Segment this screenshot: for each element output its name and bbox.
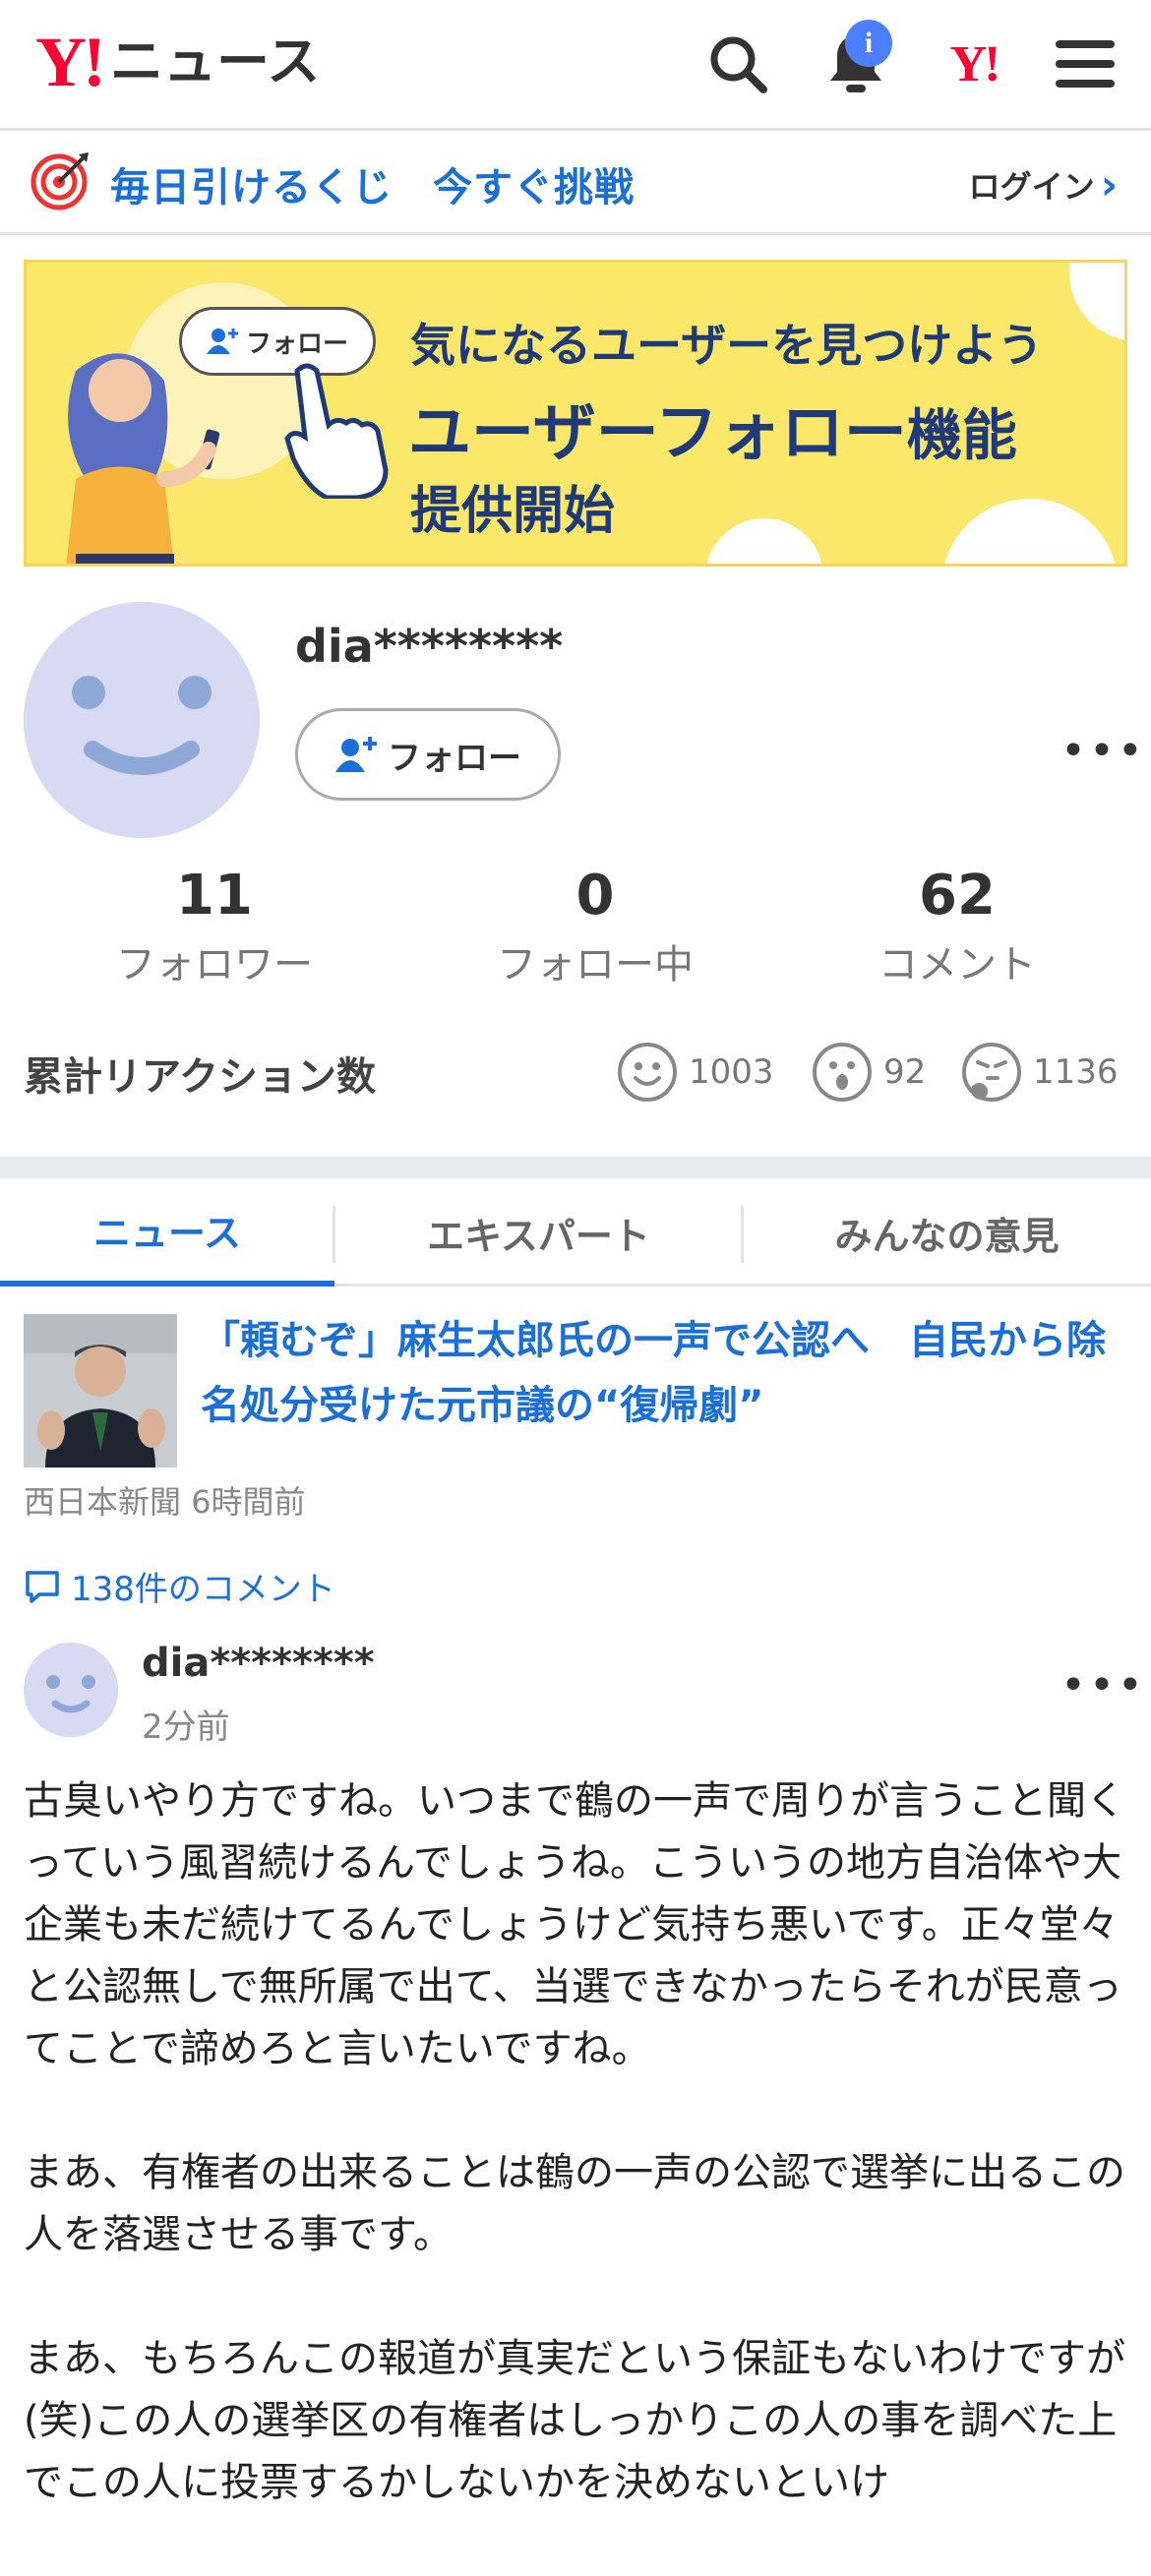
banner-line-2-main: ユーザーフォロー [408,397,907,470]
total-reactions-title: 累計リアクション数 [24,1054,376,1100]
comments-count-label: 138件のコメント [71,1570,335,1609]
reaction-surprised: 92 [811,1041,926,1104]
profile-username: dia******** [295,620,564,673]
reaction-thinking: 1136 [960,1041,1119,1104]
article-time: 6時間前 [191,1483,306,1521]
comments-label: コメント [878,941,1036,988]
article-source: 西日本新聞 [24,1483,182,1521]
yahoo-mark-small: Y! [949,35,1001,92]
article-comments-link[interactable]: 138件のコメント [24,1562,335,1610]
follow-button[interactable]: フォロー [295,708,561,801]
followers-count: 11 [176,864,253,928]
comments-stat[interactable]: 62 コメント [810,866,1105,989]
daily-lottery-text[interactable]: 毎日引けるくじ 今すぐ挑戦 [110,155,635,212]
banner-line-2-suffix: 機能 [906,404,1017,468]
app-header: Y! ニュース i Y! [0,0,1151,131]
following-label: フォロー中 [497,941,694,988]
comment-bubble-icon [26,1570,59,1603]
comment-username[interactable]: dia******** [142,1641,375,1686]
target-icon [30,152,89,210]
reaction-smile: 1003 [616,1041,774,1104]
search-icon[interactable] [703,30,772,98]
surprised-face-icon [813,1043,872,1102]
comment-time: 2分前 [142,1707,230,1747]
reaction-smile-count: 1003 [689,1052,774,1092]
tab-news[interactable]: ニュース [0,1178,334,1287]
reaction-thinking-count: 1136 [1033,1052,1119,1092]
daily-lottery-bar[interactable]: 毎日引けるくじ 今すぐ挑戦 ログイン › [0,131,1151,235]
smile-face-icon [618,1043,677,1102]
hamburger-menu-icon[interactable] [1051,30,1120,98]
notification-badge: i [845,20,892,67]
user-avatar [24,602,260,838]
yahoo-top-link[interactable]: Y! [935,30,1013,98]
tab-expert[interactable]: エキスパート [334,1178,743,1287]
person-add-icon [335,737,377,772]
banner-decoration [941,499,1119,564]
banner-decoration [705,518,823,564]
person-add-icon [206,329,238,354]
profile-stats: 11 フォロワー 0 フォロー中 62 コメント [0,866,1151,1003]
comment-paragraph: まあ、有権者の出来ることは鶴の一声の公認で選挙に出るこの人を落選させる事です。 [24,2150,1125,2257]
comment-paragraph: 古臭いやり方ですね。いつまで鶴の一声で周りが言うこと聞くっていう風習続けるんでし… [24,1778,1125,2071]
comment-paragraph: まあ、もちろんこの報道が真実だという保証もないわけですが(笑)この人の選挙区の有… [24,2336,1125,2505]
banner-decoration [1069,263,1124,341]
follow-button-label: フォロー [388,738,521,778]
total-reactions: 累計リアクション数 1003 92 1136 [0,1035,1151,1113]
login-link[interactable]: ログイン › [969,162,1118,208]
following-count: 0 [576,864,615,928]
tab-everyone-opinions[interactable]: みんなの意見 [743,1178,1151,1287]
followers-label: フォロワー [116,941,313,988]
pill-label: フォロー [245,329,348,359]
banner-line-2: ユーザーフォロー機能 [408,383,1017,473]
pointing-hand-icon [284,363,389,499]
article-meta: 西日本新聞 6時間前 [24,1477,306,1523]
comment-user-avatar[interactable] [24,1643,118,1737]
article-title-link[interactable]: 「頼むぞ」麻生太郎氏の一声で公認へ 自民から除名処分受けた元市議の“復帰劇” [201,1308,1135,1438]
banner-line-3: 提供開始 [410,482,616,541]
reaction-surprised-count: 92 [883,1052,927,1092]
notification-bell-icon[interactable]: i [821,20,892,98]
chevron-right-icon: › [1100,160,1118,209]
yahoo-logo-mark: Y! [35,23,106,101]
yahoo-news-logo[interactable]: Y! ニュース [35,23,321,101]
logo-news-text: ニュース [109,30,321,92]
profile-tabs: ニュース エキスパート みんなの意見 [0,1178,1151,1287]
following-stat[interactable]: 0 フォロー中 [448,866,743,989]
banner-line-1: 気になるユーザーを見つけよう [410,319,1044,372]
login-label: ログイン [968,168,1095,206]
comments-count: 62 [919,864,996,928]
article-thumbnail[interactable] [24,1314,177,1468]
profile-more-options-icon[interactable]: ••• [1060,730,1146,773]
thinking-face-icon [962,1043,1021,1102]
followers-stat[interactable]: 11 フォロワー [67,866,362,989]
section-divider [0,1157,1151,1178]
comment-more-options-icon[interactable]: ••• [1060,1664,1146,1707]
comment-body: 古臭いやり方ですね。いつまで鶴の一声で周りが言うこと聞くっていう風習続けるんでし… [24,1770,1127,2576]
user-follow-promo-banner[interactable]: フォロー 気になるユーザーを見つけよう ユーザーフォロー機能 提供開始 [24,260,1127,567]
